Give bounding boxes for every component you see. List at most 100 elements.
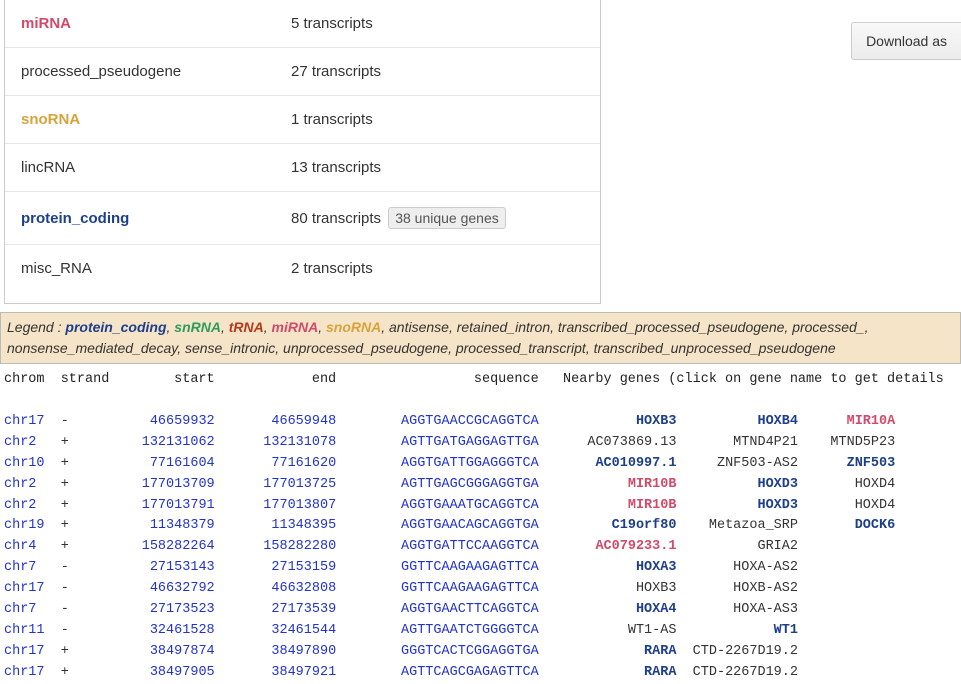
cell-chrom: chr19 <box>4 518 61 533</box>
gene-link <box>798 581 895 596</box>
cell-start: 177013791 <box>93 498 215 513</box>
cell-sequence: GGTTCAAGAAGAGTTCA <box>361 581 539 596</box>
cell-end: 177013725 <box>215 477 337 492</box>
cell-start: 177013709 <box>93 477 215 492</box>
biotype-row[interactable]: snoRNA1 transcripts <box>5 96 600 144</box>
cell-chrom: chr7 <box>4 602 61 617</box>
cell-strand: + <box>61 539 93 554</box>
biotype-row[interactable]: lincRNA13 transcripts <box>5 144 600 192</box>
biotype-count: 1 transcripts <box>291 111 373 128</box>
cell-sequence: AGTTGAGCGGGAGGTGA <box>361 477 539 492</box>
legend-item: processed_ <box>792 319 864 335</box>
gene-link[interactable]: ZNF503 <box>798 456 895 471</box>
gene-link[interactable]: HOXD3 <box>676 477 798 492</box>
legend-item: transcribed_processed_pseudogene <box>558 319 785 335</box>
gene-link[interactable]: RARA <box>555 665 677 680</box>
cell-strand: + <box>61 498 93 513</box>
biotype-count: 80 transcripts <box>291 210 381 227</box>
cell-strand: - <box>61 581 93 596</box>
gene-link[interactable]: HOXA4 <box>555 602 677 617</box>
gene-link[interactable]: HOXD4 <box>798 498 895 513</box>
gene-link[interactable]: HOXB3 <box>555 581 677 596</box>
cell-strand: + <box>61 456 93 471</box>
table-row: chr2 + 177013709 177013725 AGTTGAGCGGGAG… <box>4 475 961 496</box>
biotype-count: 5 transcripts <box>291 15 373 32</box>
cell-sequence: AGTTGAATCTGGGGTCA <box>361 623 539 638</box>
cell-chrom: chr2 <box>4 435 61 450</box>
gene-link[interactable]: Metazoa_SRP <box>676 518 798 533</box>
cell-start: 38497905 <box>93 665 215 680</box>
table-row: chr2 + 132131062 132131078 AGTTGATGAGGAG… <box>4 433 961 454</box>
biotype-name: miRNA <box>21 15 71 32</box>
gene-link[interactable]: DOCK6 <box>798 518 895 533</box>
biotype-count: 13 transcripts <box>291 159 381 176</box>
gene-link[interactable]: C19orf80 <box>555 518 677 533</box>
table-row: chr17 - 46659932 46659948 AGGTGAACCGCAGG… <box>4 412 961 433</box>
biotype-row[interactable]: processed_pseudogene27 transcripts <box>5 48 600 96</box>
table-row: chr4 + 158282264 158282280 AGGTGATTCCAAG… <box>4 537 961 558</box>
gene-link[interactable]: HOXB-AS2 <box>676 581 798 596</box>
gene-link[interactable]: ZNF503-AS2 <box>676 456 798 471</box>
biotype-row[interactable]: misc_RNA2 transcripts <box>5 245 600 293</box>
cell-end: 11348395 <box>215 518 337 533</box>
legend-item: miRNA <box>272 319 319 335</box>
gene-link[interactable]: AC079233.1 <box>555 539 677 554</box>
table-header: chrom strand start end sequence Nearby g… <box>4 370 961 391</box>
legend-item: snRNA <box>174 319 221 335</box>
gene-link[interactable]: WT1 <box>676 623 798 638</box>
gene-link[interactable]: MTND5P23 <box>798 435 895 450</box>
gene-link[interactable]: GRIA2 <box>676 539 798 554</box>
gene-link[interactable]: HOXD4 <box>798 477 895 492</box>
cell-start: 77161604 <box>93 456 215 471</box>
gene-link[interactable]: WT1-AS <box>555 623 677 638</box>
cell-start: 27153143 <box>93 560 215 575</box>
gene-link[interactable]: MIR10B <box>555 477 677 492</box>
cell-chrom: chr17 <box>4 665 61 680</box>
gene-link[interactable]: HOXA3 <box>555 560 677 575</box>
gene-link[interactable]: MTND4P21 <box>676 435 798 450</box>
cell-strand: - <box>61 623 93 638</box>
cell-end: 27173539 <box>215 602 337 617</box>
biotype-count: 2 transcripts <box>291 260 373 277</box>
gene-link[interactable]: AC073869.13 <box>555 435 677 450</box>
table-row: chr10 + 77161604 77161620 AGGTGATTGGAGGG… <box>4 454 961 475</box>
cell-end: 32461544 <box>215 623 337 638</box>
cell-end: 158282280 <box>215 539 337 554</box>
cell-strand: - <box>61 414 93 429</box>
biotype-scroll[interactable]: miRNA 5 transcripts processed_pseudogene27… <box>5 0 600 303</box>
biotype-row[interactable]: miRNA 5 transcripts <box>5 0 600 48</box>
cell-chrom: chr10 <box>4 456 61 471</box>
cell-start: 11348379 <box>93 518 215 533</box>
legend-item: transcribed_unprocessed_pseudogene <box>594 340 836 356</box>
cell-start: 32461528 <box>93 623 215 638</box>
cell-end: 77161620 <box>215 456 337 471</box>
gene-link[interactable]: AC010997.1 <box>555 456 677 471</box>
cell-end: 27153159 <box>215 560 337 575</box>
gene-link <box>798 623 895 638</box>
biotype-table: miRNA 5 transcripts processed_pseudogene27… <box>5 0 600 292</box>
gene-link[interactable]: HOXA-AS3 <box>676 602 798 617</box>
gene-link[interactable]: CTD-2267D19.2 <box>676 665 798 680</box>
gene-link <box>798 560 895 575</box>
gene-link[interactable]: HOXB4 <box>676 414 798 429</box>
cell-end: 177013807 <box>215 498 337 513</box>
biotype-panel: miRNA 5 transcripts processed_pseudogene27… <box>4 0 601 304</box>
cell-sequence: AGTTGATGAGGAGTTGA <box>361 435 539 450</box>
gene-link[interactable]: HOXB3 <box>555 414 677 429</box>
legend-item: sense_intronic <box>185 340 275 356</box>
gene-link[interactable]: HOXD3 <box>676 498 798 513</box>
table-row: chr17 + 38497874 38497890 GGGTCACTCGGAGG… <box>4 642 961 663</box>
biotype-row[interactable]: protein_coding80 transcripts 38 unique g… <box>5 192 600 245</box>
cell-strand: + <box>61 435 93 450</box>
cell-end: 132131078 <box>215 435 337 450</box>
unique-genes-badge: 38 unique genes <box>388 207 506 229</box>
cell-strand: - <box>61 602 93 617</box>
table-row: chr7 - 27173523 27173539 AGGTGAACTTCAGGT… <box>4 600 961 621</box>
gene-link[interactable]: MIR10B <box>555 498 677 513</box>
gene-link[interactable]: HOXA-AS2 <box>676 560 798 575</box>
download-button[interactable]: Download as <box>851 22 961 60</box>
cell-end: 46632808 <box>215 581 337 596</box>
cell-sequence: AGGTGAAATGCAGGTCA <box>361 498 539 513</box>
table-row: chr7 - 27153143 27153159 GGTTCAAGAAGAGTT… <box>4 558 961 579</box>
gene-link[interactable]: MIR10A <box>798 414 895 429</box>
